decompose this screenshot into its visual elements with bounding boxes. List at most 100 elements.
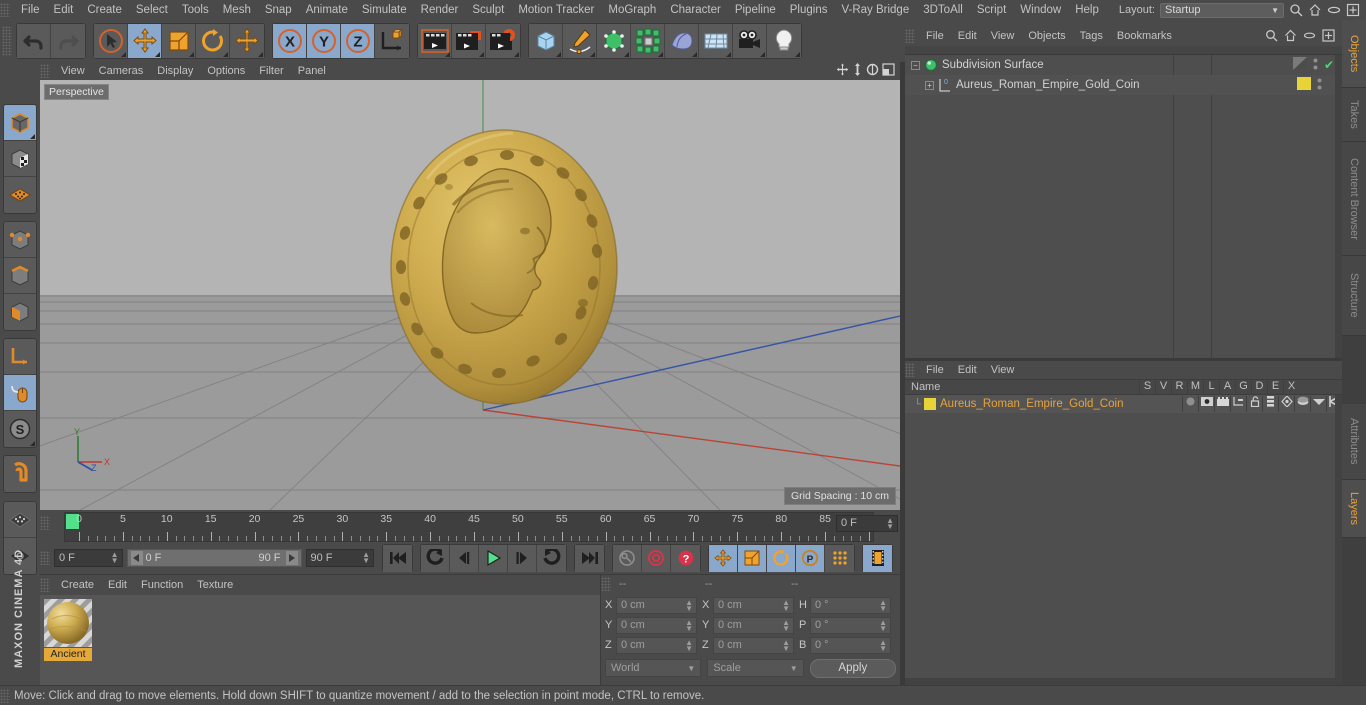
layer-visible-toggle[interactable] — [1198, 396, 1214, 412]
step-forward-button[interactable] — [508, 544, 537, 572]
enable-axis-modification-button[interactable] — [4, 339, 36, 375]
layer-animation-toggle[interactable] — [1262, 396, 1278, 412]
snap-toggle-button[interactable]: S — [4, 411, 36, 447]
record-active-objects-button[interactable] — [642, 544, 671, 572]
go-to-end-button[interactable] — [575, 544, 604, 572]
size-y-field[interactable]: 0 cm ▲ ▼ — [713, 616, 794, 634]
add-panel-icon[interactable] — [1346, 3, 1360, 17]
menu-mesh[interactable]: Mesh — [216, 0, 258, 20]
viewport-menu-options[interactable]: Options — [200, 62, 252, 80]
object-row-subdivision-surface[interactable]: − Subdivision Surface ✔ — [905, 55, 1342, 75]
menu-snap[interactable]: Snap — [258, 0, 299, 20]
viewport-menu-panel[interactable]: Panel — [291, 62, 333, 80]
spinner-icon[interactable]: ▲ ▼ — [685, 638, 693, 652]
home-icon[interactable] — [1284, 29, 1298, 43]
layer-lock-toggle[interactable] — [1246, 396, 1262, 412]
record-scale-button[interactable] — [738, 544, 767, 572]
point-level-animation-button[interactable] — [825, 544, 854, 572]
menu-animate[interactable]: Animate — [299, 0, 355, 20]
object-mode-button[interactable] — [4, 105, 36, 141]
spinner-icon[interactable]: ▲ ▼ — [782, 638, 790, 652]
material-tag-icon[interactable] — [1297, 77, 1311, 93]
frame-mode-button[interactable] — [863, 544, 892, 572]
tab-layers[interactable]: Layers — [1342, 480, 1366, 538]
go-to-previous-keyframe-button[interactable] — [421, 544, 450, 572]
layer-column-d[interactable]: D — [1251, 379, 1267, 395]
search-icon[interactable] — [1265, 29, 1279, 43]
record-parameter-button[interactable]: P — [796, 544, 825, 572]
mograph-cloner-button[interactable] — [631, 24, 665, 58]
preview-range-slider[interactable]: 0 F 90 F — [126, 549, 302, 567]
spinner-icon[interactable]: ▲ ▼ — [685, 598, 693, 612]
range-start-handle[interactable] — [130, 551, 143, 565]
autokeying-button[interactable] — [613, 544, 642, 572]
pan-view-icon[interactable] — [836, 63, 849, 79]
spinner-icon[interactable]: ▲ ▼ — [685, 618, 693, 632]
menu-simulate[interactable]: Simulate — [355, 0, 414, 20]
layer-menu-edit[interactable]: Edit — [951, 360, 984, 380]
record-rotation-button[interactable] — [767, 544, 796, 572]
viewport-menu-display[interactable]: Display — [150, 62, 200, 80]
layer-column-v[interactable]: V — [1155, 379, 1171, 395]
rotation-h-field[interactable]: 0 ° ▲ ▼ — [810, 596, 891, 614]
visibility-dots-icon[interactable] — [1313, 57, 1318, 74]
deformer-button[interactable] — [665, 24, 699, 58]
menu-window[interactable]: Window — [1013, 0, 1068, 20]
step-back-button[interactable] — [450, 544, 479, 572]
material-item[interactable]: Ancient — [44, 599, 92, 661]
menu-sculpt[interactable]: Sculpt — [465, 0, 511, 20]
viewport-menu-view[interactable]: View — [54, 62, 92, 80]
undo-button[interactable] — [17, 24, 51, 58]
texture-axis-mode-button[interactable] — [4, 177, 36, 213]
layer-solo-toggle[interactable] — [1182, 396, 1198, 412]
keyframe-help-button[interactable]: ? — [671, 544, 700, 572]
object-row-gold-coin[interactable]: + 0 Aureus_Roman_Empire_Gold_Coin — [905, 75, 1342, 95]
menu-select[interactable]: Select — [129, 0, 175, 20]
render-view-button[interactable] — [418, 24, 452, 58]
menu-plugins[interactable]: Plugins — [783, 0, 835, 20]
current-frame-field[interactable]: 0 F ▲ ▼ — [54, 549, 123, 567]
menu-render[interactable]: Render — [414, 0, 466, 20]
viewport-grip[interactable] — [40, 64, 50, 78]
status-grip[interactable] — [0, 688, 10, 703]
object-menu-tags[interactable]: Tags — [1073, 26, 1110, 46]
timeline-ruler-track[interactable]: 051015202530354045505560657075808590 — [64, 512, 875, 542]
timeline-controls-grip[interactable] — [40, 551, 50, 565]
layer-column-r[interactable]: R — [1171, 379, 1187, 395]
range-end-handle[interactable] — [285, 551, 298, 565]
timeline-ruler[interactable]: 051015202530354045505560657075808590 0 F… — [40, 512, 900, 542]
layer-list-scrollbar[interactable] — [1335, 395, 1342, 685]
object-manager-grip[interactable] — [905, 29, 915, 43]
object-tree[interactable]: − Subdivision Surface ✔ + 0 Aureus_Roman… — [905, 55, 1342, 358]
spinner-icon[interactable]: ▲ ▼ — [111, 551, 119, 565]
rotation-b-field[interactable]: 0 ° ▲ ▼ — [810, 636, 891, 654]
live-selection-tool[interactable] — [94, 24, 128, 58]
spinner-icon[interactable]: ▲ ▼ — [879, 638, 887, 652]
menu-create[interactable]: Create — [80, 0, 129, 20]
menu-3dtoall[interactable]: 3DToAll — [916, 0, 970, 20]
edges-mode-button[interactable] — [4, 258, 36, 294]
position-y-field[interactable]: 0 cm ▲ ▼ — [616, 616, 697, 634]
layer-menu-file[interactable]: File — [919, 360, 951, 380]
tab-structure[interactable]: Structure — [1342, 256, 1366, 336]
timeline-grip[interactable] — [40, 516, 50, 530]
ellipse-icon[interactable] — [1327, 3, 1341, 17]
material-menu-texture[interactable]: Texture — [190, 575, 240, 595]
go-to-start-button[interactable] — [383, 544, 412, 572]
lock-y-axis-button[interactable]: Y — [307, 24, 341, 58]
enabled-check-icon[interactable]: ✔ — [1324, 58, 1334, 72]
size-z-field[interactable]: 0 cm ▲ ▼ — [713, 636, 794, 654]
go-to-next-keyframe-button[interactable] — [537, 544, 566, 572]
object-tree-scrollbar[interactable] — [1335, 55, 1342, 358]
gold-coin-object[interactable] — [387, 127, 622, 407]
object-menu-edit[interactable]: Edit — [951, 26, 984, 46]
polygons-mode-button[interactable] — [4, 294, 36, 330]
rotate-tool[interactable] — [196, 24, 230, 58]
menu-help[interactable]: Help — [1068, 0, 1106, 20]
light-button[interactable] — [767, 24, 801, 58]
layer-color-swatch[interactable] — [924, 398, 936, 410]
lock-x-axis-button[interactable]: X — [273, 24, 307, 58]
coordinate-space-dropdown[interactable]: World ▼ — [605, 659, 702, 677]
viewport-menu-cameras[interactable]: Cameras — [92, 62, 151, 80]
coordinates-grip[interactable] — [601, 577, 611, 591]
